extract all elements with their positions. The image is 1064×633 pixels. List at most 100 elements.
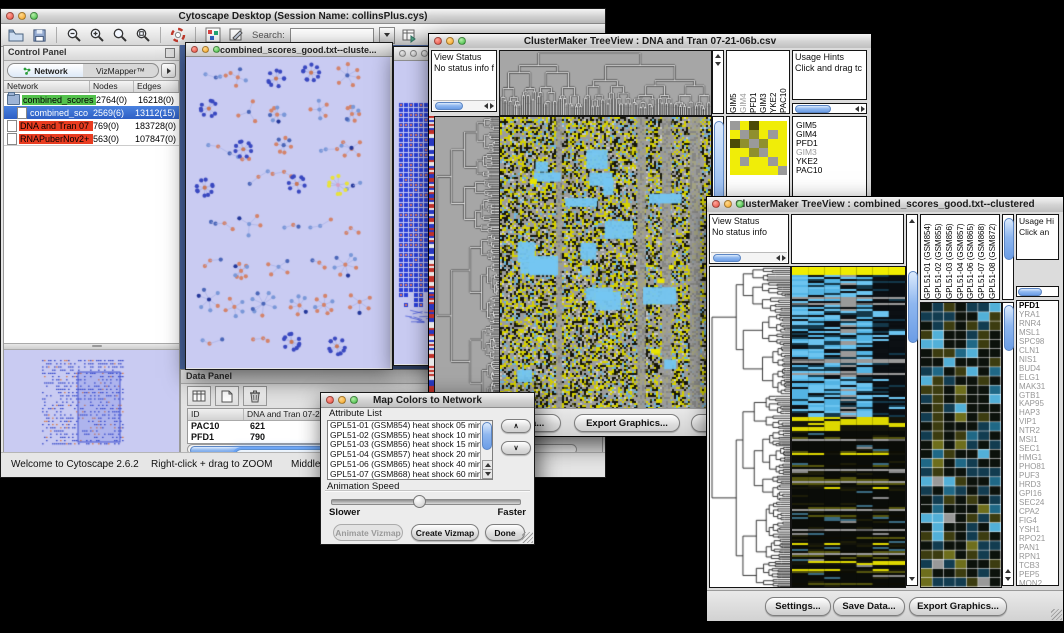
similarity-cell[interactable] [730, 148, 740, 157]
zoom-button[interactable] [350, 396, 358, 404]
zoom-button[interactable] [421, 50, 428, 57]
zoom-button[interactable] [736, 200, 744, 208]
similarity-cell[interactable] [740, 166, 750, 175]
similarity-cell[interactable] [778, 157, 788, 166]
column-header-nodes[interactable]: Nodes [90, 81, 134, 92]
zoom-button[interactable] [213, 46, 220, 53]
similarity-cell[interactable] [778, 148, 788, 157]
similarity-cell[interactable] [778, 166, 788, 175]
animate-vizmap-button[interactable]: Animate Vizmap [333, 524, 403, 541]
scrollbar-thumb[interactable] [435, 102, 463, 110]
similarity-cell[interactable] [778, 130, 788, 139]
similarity-cell[interactable] [759, 139, 769, 148]
save-icon[interactable] [30, 27, 48, 44]
attribute-list-item[interactable]: GPL51-07 (GSM868) heat shock 60 min [328, 470, 492, 480]
similarity-cell[interactable] [740, 148, 750, 157]
close-button[interactable] [434, 37, 442, 45]
zoom-vscrollbar[interactable] [1002, 302, 1014, 586]
close-button[interactable] [712, 200, 720, 208]
similarity-cell[interactable] [749, 130, 759, 139]
arrow-down-button[interactable] [482, 469, 493, 479]
similarity-cell[interactable] [768, 121, 778, 130]
scrollbar-thumb[interactable] [1018, 288, 1042, 296]
minimize-button[interactable] [410, 50, 417, 57]
similarity-cell[interactable] [759, 157, 769, 166]
treeview1-titlebar[interactable]: ClusterMaker TreeView : DNA and Tran 07-… [429, 34, 871, 49]
similarity-cell[interactable] [768, 139, 778, 148]
close-button[interactable] [326, 396, 334, 404]
new-attribute-icon[interactable] [215, 386, 239, 406]
similarity-cell[interactable] [768, 166, 778, 175]
treeview2-titlebar[interactable]: ClusterMaker TreeView : combined_scores_… [707, 197, 1063, 213]
usage-hints-scrollbar[interactable] [1016, 286, 1059, 297]
minimize-button[interactable] [724, 200, 732, 208]
column-label[interactable]: GPL51-07 (GSM868) [977, 215, 988, 299]
tab-network[interactable]: Network [8, 64, 83, 77]
close-button[interactable] [191, 46, 198, 53]
column-label[interactable]: GPL51-04 (GSM857) [956, 215, 967, 299]
similarity-cell[interactable] [759, 130, 769, 139]
search-dropdown-button[interactable] [379, 27, 395, 44]
similarity-cell[interactable] [759, 148, 769, 157]
labels-vscrollbar[interactable] [1002, 214, 1014, 300]
column-label[interactable]: GPL51-08 (GSM872) [988, 215, 999, 299]
minimize-button[interactable] [446, 37, 454, 45]
zoom-button[interactable] [30, 12, 38, 20]
scrollbar-thumb[interactable] [1004, 218, 1014, 260]
close-button[interactable] [399, 50, 406, 57]
move-down-button[interactable]: ∨ [501, 441, 531, 455]
hscrollbar[interactable] [711, 252, 787, 262]
network-list-row[interactable]: combined_sco2569(6)13112(15) [4, 106, 179, 119]
similarity-cell[interactable] [749, 121, 759, 130]
similarity-cell[interactable] [740, 157, 750, 166]
minimize-button[interactable] [338, 396, 346, 404]
network-list-row[interactable]: RNAPuberNov2+563(0)107847(0) [4, 132, 179, 145]
scrollbar-thumb[interactable] [713, 254, 741, 262]
similarity-cell[interactable] [730, 121, 740, 130]
scrollbar-thumb[interactable] [482, 422, 492, 450]
open-folder-icon[interactable] [7, 27, 25, 44]
list-vscrollbar[interactable] [480, 421, 492, 479]
scrollbar-thumb[interactable] [1004, 305, 1014, 351]
save-data-button[interactable]: Save Data... [833, 597, 905, 616]
column-label[interactable]: PAC10 [779, 51, 789, 113]
similarity-cell[interactable] [730, 166, 740, 175]
float-panel-icon[interactable] [165, 48, 175, 58]
gene-label[interactable]: MON2 [1017, 580, 1058, 586]
help-lifering-icon[interactable] [169, 27, 187, 44]
network-graph-canvas[interactable] [186, 57, 390, 368]
usage-hints-scrollbar[interactable] [792, 103, 867, 114]
similarity-cell[interactable] [778, 139, 788, 148]
similarity-cell[interactable] [730, 130, 740, 139]
similarity-cell[interactable] [730, 157, 740, 166]
import-table-icon[interactable] [400, 27, 418, 44]
scroll-arrows[interactable] [484, 102, 494, 109]
annotation-icon[interactable] [227, 27, 245, 44]
animation-speed-slider[interactable] [331, 499, 521, 505]
column-label[interactable]: PFD1 [749, 51, 759, 113]
network-view-titlebar[interactable]: combined_scores_good.txt--cluste... [186, 43, 392, 57]
similarity-cell[interactable] [759, 166, 769, 175]
dialog-titlebar[interactable]: Map Colors to Network [321, 393, 534, 408]
zoom-out-icon[interactable] [65, 27, 83, 44]
column-header-network[interactable]: Network [4, 81, 90, 92]
column-header-id[interactable]: ID [188, 409, 244, 420]
row-dendrogram-canvas[interactable] [434, 116, 500, 411]
minimize-button[interactable] [202, 46, 209, 53]
column-label[interactable]: GIM5 [729, 51, 739, 113]
zoom-fit-icon[interactable] [111, 27, 129, 44]
minimize-button[interactable] [18, 12, 26, 20]
similarity-cell[interactable] [749, 139, 759, 148]
mini-scroll-column[interactable] [712, 50, 724, 114]
row-label[interactable]: PAC10 [796, 166, 866, 175]
tab-overflow-button[interactable] [161, 63, 176, 78]
column-label[interactable]: GPL51-01 (GSM854) [923, 215, 934, 299]
search-input[interactable] [290, 28, 374, 43]
similarity-cell[interactable] [730, 139, 740, 148]
similarity-cell[interactable] [740, 139, 750, 148]
column-header-edges[interactable]: Edges [134, 81, 179, 92]
network-list-row[interactable]: combined_scores2764(0)16218(0) [4, 93, 179, 106]
similarity-cell[interactable] [768, 157, 778, 166]
heatmap-canvas[interactable] [499, 116, 712, 411]
resize-grip[interactable] [1051, 609, 1062, 620]
